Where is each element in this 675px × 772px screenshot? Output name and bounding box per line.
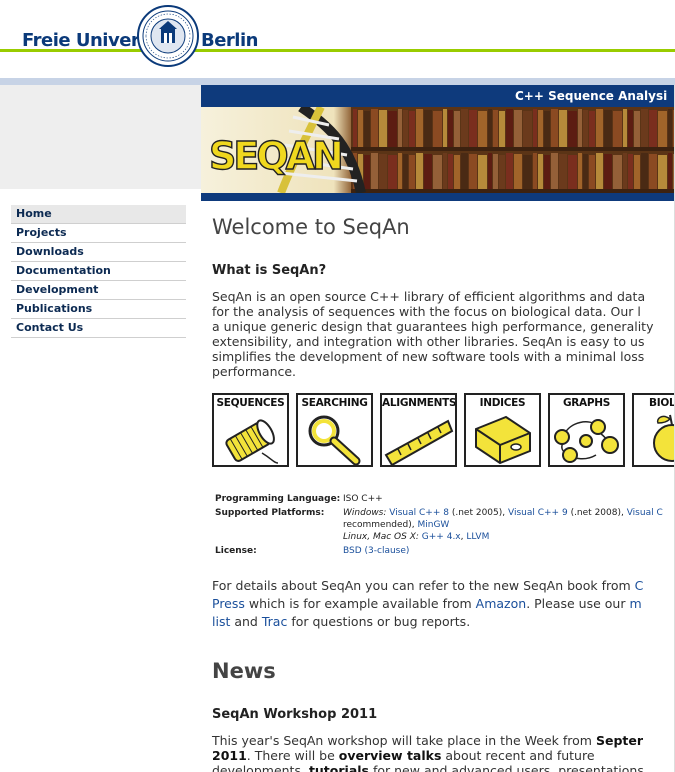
- left-sidebar: Home Projects Downloads Documentation De…: [0, 85, 201, 772]
- graph-nodes-icon: [554, 419, 619, 463]
- info-key: License:: [215, 546, 257, 556]
- nav-item-documentation[interactable]: Documentation: [11, 262, 186, 281]
- visual-cpp-8-link[interactable]: Visual C++ 8: [389, 508, 449, 518]
- tile-searching[interactable]: SEARCHING: [296, 393, 373, 467]
- vc9-note: (.net 2008),: [570, 508, 624, 518]
- tile-sequences[interactable]: SEQUENCES: [212, 393, 289, 467]
- what-is-seqan-heading: What is SeqAn?: [212, 263, 327, 278]
- license-link[interactable]: BSD (3-clause): [343, 546, 409, 556]
- workshop-heading: SeqAn Workshop 2011: [212, 707, 378, 722]
- magnifier-icon: [308, 415, 361, 465]
- tile-indices[interactable]: INDICES: [464, 393, 541, 467]
- intro-line: simplifies the development of new softwa…: [212, 349, 645, 364]
- seqan-logo: SEQAN: [209, 134, 341, 178]
- banner-title-bar: C++ Sequence Analysi: [201, 85, 675, 107]
- unix-label: Linux, Mac OS X:: [343, 532, 419, 542]
- visual-cpp-9-link[interactable]: Visual C++ 9: [508, 508, 568, 518]
- book-press-link[interactable]: Press: [212, 596, 245, 611]
- tile-biology[interactable]: BIOLOG: [632, 393, 675, 467]
- workshop-text: for new and advanced users, presentation…: [372, 763, 644, 772]
- main-content-column: C++ Sequence Analysi SEQAN Welcome to Se…: [201, 85, 675, 772]
- page-title: Welcome to SeqAn: [212, 215, 410, 239]
- sidebar-top-panel: [0, 85, 201, 189]
- intro-line: performance.: [212, 364, 297, 379]
- llvm-link[interactable]: LLVM: [466, 532, 489, 542]
- university-seal-logo[interactable]: [137, 3, 199, 69]
- trac-link[interactable]: Trac: [262, 614, 287, 629]
- gpp-link[interactable]: G++ 4.x: [422, 532, 461, 542]
- details-paragraph: For details about SeqAn you can refer to…: [212, 577, 675, 631]
- tile-label: SEARCHING: [301, 397, 368, 409]
- vc8-note: (.net 2005),: [451, 508, 506, 518]
- windows-label: Windows:: [343, 508, 387, 518]
- university-name-right[interactable]: Berlin: [201, 30, 258, 51]
- header-blue-band: [0, 78, 675, 85]
- workshop-date: Septer: [595, 733, 644, 748]
- seqan-banner-image: SEQAN: [201, 107, 675, 193]
- workshop-text: . There will be: [246, 748, 335, 763]
- banner-title: C++ Sequence Analysi: [515, 89, 668, 103]
- nav-item-contact-us[interactable]: Contact Us: [11, 319, 186, 338]
- details-text: which is for example available from: [248, 596, 472, 611]
- details-text: . Please use our: [526, 596, 626, 611]
- intro-line: SeqAn is an open source C++ library of e…: [212, 289, 646, 304]
- intro-line: for the analysis of sequences with the f…: [212, 304, 641, 319]
- tutorials: tutorials: [308, 763, 369, 772]
- nav-item-downloads[interactable]: Downloads: [11, 243, 186, 262]
- amazon-link[interactable]: Amazon: [476, 596, 527, 611]
- tile-alignments[interactable]: ALIGNMENTS: [380, 393, 457, 467]
- workshop-text: about recent and future: [445, 748, 595, 763]
- info-value: ISO C++: [343, 494, 383, 504]
- info-value: recommended), MinGW: [343, 519, 449, 531]
- workshop-text: developments,: [212, 763, 305, 772]
- fruit-icon: [653, 414, 675, 462]
- university-header: Freie Universität Berlin: [0, 0, 675, 78]
- details-text: and: [234, 614, 258, 629]
- news-heading: News: [212, 659, 276, 683]
- book-publisher-link[interactable]: C: [635, 578, 644, 593]
- main-navigation: Home Projects Downloads Documentation De…: [11, 205, 186, 338]
- tile-label: SEQUENCES: [216, 397, 285, 409]
- banner-bottom-bar: [201, 193, 675, 201]
- tile-label: INDICES: [479, 397, 526, 409]
- intro-paragraph: SeqAn is an open source C++ library of e…: [212, 289, 675, 379]
- intro-line: a unique generic design that guarantees …: [212, 319, 654, 334]
- details-text: For details about SeqAn you can refer to…: [212, 578, 631, 593]
- nav-item-publications[interactable]: Publications: [11, 300, 186, 319]
- info-value: Windows: Visual C++ 8 (.net 2005), Visua…: [343, 507, 663, 519]
- tile-label: BIOLOG: [649, 397, 675, 409]
- workshop-year: 2011: [212, 748, 247, 763]
- mingw-link[interactable]: MinGW: [417, 520, 449, 530]
- visual-cpp-more-link[interactable]: Visual C: [627, 508, 663, 518]
- nav-item-projects[interactable]: Projects: [11, 224, 186, 243]
- tile-label: ALIGNMENTS: [382, 397, 455, 409]
- mailing-list-link[interactable]: m: [629, 596, 641, 611]
- nav-item-home[interactable]: Home: [11, 205, 186, 224]
- overview-talks: overview talks: [338, 748, 442, 763]
- index-box-icon: [475, 415, 531, 465]
- info-key: Supported Platforms:: [215, 508, 325, 518]
- mailing-list-link-cont[interactable]: list: [212, 614, 230, 629]
- workshop-paragraph: This year's SeqAn workshop will take pla…: [212, 733, 675, 772]
- workshop-text: This year's SeqAn workshop will take pla…: [212, 733, 592, 748]
- nav-item-development[interactable]: Development: [11, 281, 186, 300]
- comma: ,: [460, 532, 464, 542]
- info-value: Linux, Mac OS X: G++ 4.x, LLVM: [343, 531, 489, 543]
- details-text: for questions or bug reports.: [291, 614, 471, 629]
- info-value: BSD (3-clause): [343, 545, 409, 557]
- intro-line: extensibility, and integration with othe…: [212, 334, 645, 349]
- ruler-icon: [384, 419, 454, 465]
- bookshelf-banner-graphic: SEQAN: [208, 107, 675, 193]
- recommended-note: recommended),: [343, 520, 415, 530]
- tile-label: GRAPHS: [562, 397, 611, 409]
- info-key: Programming Language:: [215, 494, 341, 504]
- feature-tiles: SEQUENCES SEARCHING ALIGNMENTS INDICES G…: [212, 393, 675, 469]
- tile-graphs[interactable]: GRAPHS: [548, 393, 625, 467]
- thread-spool-icon: [225, 419, 279, 464]
